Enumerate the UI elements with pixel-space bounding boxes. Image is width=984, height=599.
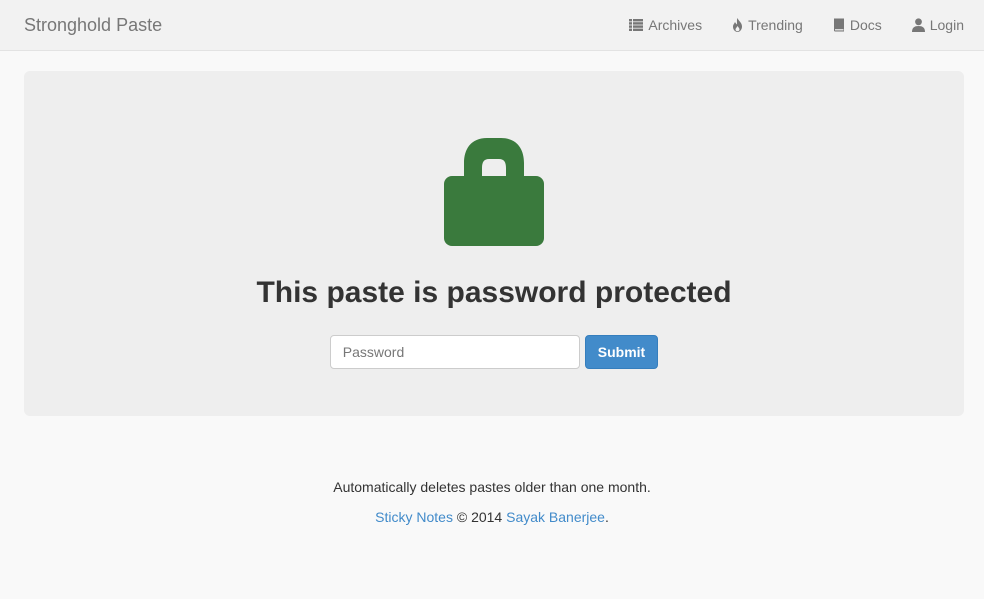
password-form: Submit — [329, 335, 659, 369]
author-link[interactable]: Sayak Banerjee — [506, 509, 605, 525]
page-title: This paste is password protected — [256, 276, 732, 309]
nav-item-label: Trending — [748, 17, 803, 33]
user-icon — [911, 18, 925, 32]
password-input[interactable] — [329, 335, 580, 369]
navbar: Stronghold Paste Archives Trending Docs … — [0, 0, 984, 51]
nav-item-login[interactable]: Login — [911, 17, 964, 33]
nav-item-archives[interactable]: Archives — [629, 17, 702, 33]
book-icon — [833, 18, 844, 32]
list-icon — [629, 19, 644, 31]
nav-item-label: Docs — [849, 17, 882, 33]
brand-link[interactable]: Stronghold Paste — [24, 15, 162, 36]
lock-icon — [444, 138, 544, 246]
footer: Automatically deletes pastes older than … — [0, 477, 984, 527]
sticky-notes-link[interactable]: Sticky Notes — [375, 509, 453, 525]
footer-notice: Automatically deletes pastes older than … — [333, 479, 651, 495]
nav-item-label: Archives — [648, 17, 703, 33]
nav-item-label: Login — [929, 17, 964, 33]
nav-menu: Archives Trending Docs Login — [629, 17, 964, 33]
footer-period: . — [604, 509, 609, 525]
fire-icon — [733, 18, 743, 32]
copyright-text: © 2014 — [452, 509, 507, 525]
submit-button[interactable]: Submit — [584, 335, 659, 369]
nav-item-trending[interactable]: Trending — [732, 17, 803, 33]
footer-credits: Sticky Notes © 2014 Sayak Banerjee. — [0, 507, 984, 527]
password-panel: This paste is password protected Submit — [24, 71, 964, 416]
nav-item-docs[interactable]: Docs — [833, 17, 882, 33]
